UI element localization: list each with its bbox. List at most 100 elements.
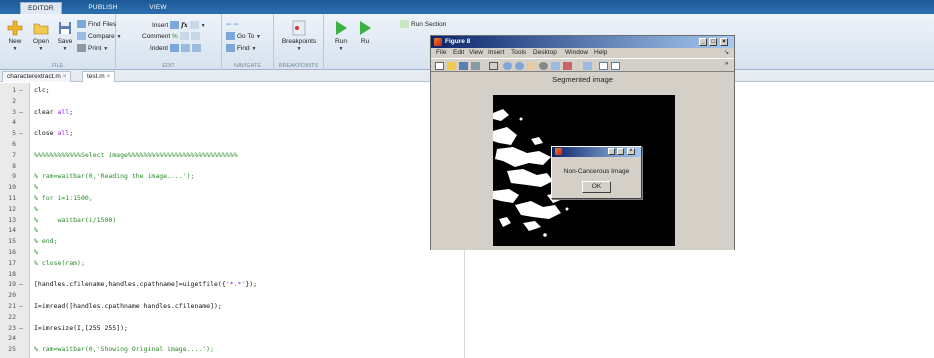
zoom-in-icon[interactable]	[503, 62, 512, 70]
line-number: 9	[12, 172, 16, 181]
code-text: close all;	[34, 129, 73, 139]
breakpoint-marker[interactable]: –	[19, 324, 23, 334]
pan-icon[interactable]	[527, 62, 536, 70]
goto-button[interactable]: Go To ▼	[226, 32, 261, 42]
code-token: % close(ram);	[34, 258, 85, 267]
code-token: %	[34, 226, 38, 235]
code-token: % ram=waitbar(0,'Showing Original image.…	[34, 345, 215, 354]
line-number: 7	[12, 150, 16, 159]
tab-publish[interactable]: PUBLISH	[80, 2, 126, 14]
figure-title-bar[interactable]: Figure 8 _ □ ×	[431, 36, 734, 48]
link-plot-icon[interactable]	[583, 62, 592, 70]
menu-view[interactable]: View	[469, 48, 483, 58]
menu-desktop[interactable]: Desktop	[533, 48, 557, 58]
figure-menubar: File Edit View Insert Tools Desktop Wind…	[431, 48, 734, 58]
code-line[interactable]: 25 % ram=waitbar(0,'Showing Original imag…	[0, 345, 934, 355]
breakpoint-marker[interactable]: –	[19, 108, 23, 118]
line-number: 18	[8, 269, 16, 278]
line-number: 25	[8, 345, 16, 354]
breakpoint-marker[interactable]: –	[19, 280, 23, 290]
breakpoints-button[interactable]: Breakpoints ▼	[280, 20, 318, 52]
breakpoint-marker[interactable]: –	[19, 129, 23, 139]
line-number: 3	[12, 107, 16, 116]
menu-file[interactable]: File	[436, 48, 446, 58]
line-number: 22	[8, 312, 16, 321]
ok-button[interactable]: OK	[582, 181, 611, 193]
save-label: Save	[57, 38, 73, 45]
code-text: %	[34, 226, 38, 236]
menu-help[interactable]: Help	[594, 48, 607, 58]
code-token: %	[34, 248, 38, 256]
menu-window[interactable]: Window	[565, 48, 588, 58]
minimize-icon[interactable]	[608, 148, 615, 155]
toolbar-overflow-icon[interactable]: »	[725, 61, 728, 67]
code-line[interactable]: 22	[0, 313, 934, 323]
folder-icon	[33, 23, 49, 35]
minimize-icon[interactable]: _	[699, 38, 707, 46]
compare-button[interactable]: Compare ▼	[77, 32, 122, 42]
menu-tools[interactable]: Tools	[511, 48, 526, 58]
code-text: % ram=waitbar(0,'Reading the image....')…	[34, 172, 194, 182]
code-token: '*.*'	[225, 280, 246, 289]
find-files-icon	[77, 20, 86, 29]
run-section-button[interactable]: Run Section	[400, 20, 446, 30]
dialog-title-bar[interactable]: ×	[552, 147, 641, 157]
print-button[interactable]: Print ▼	[77, 44, 108, 54]
tab-editor[interactable]: EDITOR	[20, 2, 62, 14]
message-dialog[interactable]: × Non-Cancerous Image OK	[551, 146, 642, 199]
close-icon[interactable]: ×	[720, 38, 728, 46]
file-tab-characterextract[interactable]: characterextract.m ×	[2, 71, 72, 82]
print-figure-icon[interactable]	[471, 62, 480, 70]
code-line[interactable]: 24	[0, 334, 934, 344]
open-file-icon[interactable]	[447, 62, 456, 70]
indent-button[interactable]: Indent	[150, 44, 203, 54]
code-text: %	[34, 183, 38, 193]
code-line[interactable]: 20	[0, 291, 934, 301]
find-button[interactable]: Find ▼	[226, 44, 256, 54]
rotate-icon[interactable]	[539, 62, 548, 70]
insert-button[interactable]: Insert fx ▼	[152, 20, 206, 30]
code-line[interactable]: 23– I=imresize(I,[255 255]);	[0, 324, 934, 334]
find-files-button[interactable]: Find Files	[77, 20, 116, 30]
uncomment-icon	[179, 32, 189, 41]
maximize-icon[interactable]	[617, 148, 624, 155]
dock-arrow-icon[interactable]: ↘	[724, 48, 729, 58]
back-forward-buttons[interactable]: ⇦ ⇨	[226, 20, 239, 30]
fx-icon[interactable]: fx	[181, 21, 188, 29]
close-icon[interactable]: ×	[627, 148, 635, 155]
save-figure-icon[interactable]	[459, 62, 468, 70]
data-cursor-icon[interactable]	[551, 62, 560, 70]
code-text: %	[34, 248, 38, 258]
line-number: 12	[8, 204, 16, 213]
colorbar-icon[interactable]	[599, 62, 608, 70]
save-button[interactable]: Save ▼	[54, 20, 76, 52]
menu-insert[interactable]: Insert	[488, 48, 504, 58]
figure-window[interactable]: Figure 8 _ □ × File Edit View Insert Too…	[430, 35, 735, 250]
run-advance-button[interactable]: Ru	[354, 20, 376, 45]
code-line[interactable]: 18	[0, 270, 934, 280]
comment-button[interactable]: Comment %	[142, 32, 202, 42]
code-token: % end;	[34, 237, 58, 246]
close-icon[interactable]: ×	[107, 73, 111, 80]
new-figure-icon[interactable]	[435, 62, 444, 70]
tab-view[interactable]: VIEW	[140, 2, 176, 14]
code-line[interactable]: 21– I=imread([handles.cpathname handles.c…	[0, 302, 934, 312]
zoom-out-icon[interactable]	[515, 62, 524, 70]
edit-plot-icon[interactable]	[489, 62, 498, 70]
close-icon[interactable]: ×	[63, 73, 67, 80]
brush-icon[interactable]	[563, 62, 572, 70]
code-text: clear all;	[34, 108, 73, 118]
breakpoint-marker[interactable]: –	[19, 302, 23, 312]
menu-edit[interactable]: Edit	[453, 48, 464, 58]
legend-icon[interactable]	[611, 62, 620, 70]
code-line[interactable]: 17 % close(ram);	[0, 259, 934, 269]
open-button[interactable]: Open ▼	[30, 20, 52, 52]
line-number: 1	[12, 86, 16, 94]
run-button[interactable]: Run ▼	[330, 20, 352, 52]
file-tab-test[interactable]: test.m ×	[82, 71, 116, 82]
maximize-icon[interactable]: □	[709, 38, 717, 46]
breakpoint-marker[interactable]: –	[19, 86, 23, 96]
line-number: 13	[8, 215, 16, 224]
new-button[interactable]: New ▼	[4, 20, 26, 52]
code-line[interactable]: 19– [handles.cfilename,handles.cpathname]…	[0, 280, 934, 290]
